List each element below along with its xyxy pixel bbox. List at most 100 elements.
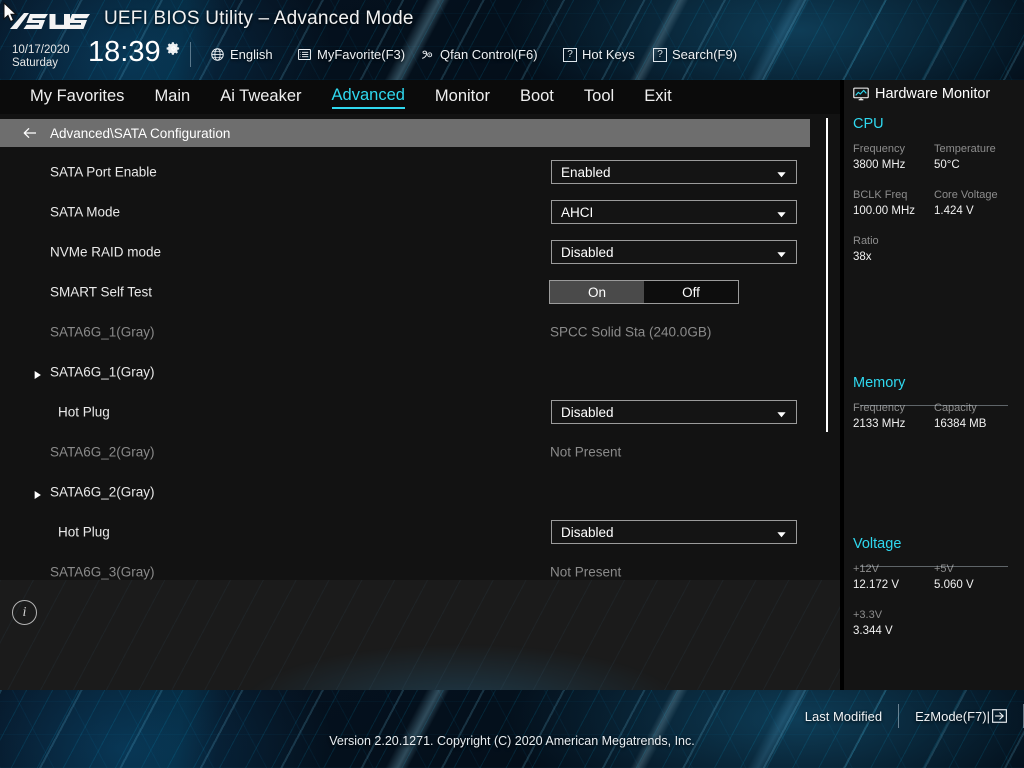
setting-label: NVMe RAID mode [50, 244, 162, 260]
monitor-metric-value: 3800 MHz [853, 159, 906, 171]
setting-dropdown[interactable]: Disabled [551, 520, 797, 544]
tab-monitor[interactable]: Monitor [435, 87, 490, 108]
tab-my-favorites[interactable]: My Favorites [30, 87, 124, 108]
bios-screen: UEFI BIOS Utility – Advanced Mode 10/17/… [0, 0, 1024, 768]
breadcrumb[interactable]: Advanced\SATA Configuration [0, 119, 810, 147]
last-modified-button[interactable]: Last Modified [789, 709, 898, 724]
hot-keys-label: Hot Keys [582, 47, 635, 62]
gear-icon[interactable] [166, 41, 181, 56]
setting-label: SATA Mode [50, 204, 121, 220]
breadcrumb-path: Advanced\SATA Configuration [50, 125, 231, 141]
qfan-control-button[interactable]: Qfan Control(F6) [420, 47, 538, 62]
monitor-section-title: Voltage [853, 536, 902, 552]
monitor-metric-value: 2133 MHz [853, 418, 906, 430]
dropdown-value: Disabled [561, 524, 614, 540]
toggle-option-off[interactable]: Off [644, 281, 738, 303]
copyright-text: Version 2.20.1271. Copyright (C) 2020 Am… [329, 734, 695, 748]
monitor-metric-value: 100.00 MHz [853, 205, 916, 217]
myfavorite-label: MyFavorite(F3) [317, 47, 406, 62]
dropdown-value: Enabled [561, 164, 611, 180]
settings-row[interactable]: Hot Plug Disabled [0, 512, 810, 552]
monitor-metric-label: Core Voltage [934, 189, 998, 201]
language-button[interactable]: English [210, 47, 273, 62]
list-icon [297, 47, 312, 62]
settings-row: SATA6G_1(Gray) SPCC Solid Sta (240.0GB) [0, 312, 810, 352]
fan-icon [420, 47, 435, 62]
setting-label: SATA6G_2(Gray) [50, 444, 155, 460]
setting-toggle[interactable]: On Off [549, 280, 739, 304]
exit-arrow-icon [992, 709, 1007, 723]
monitor-metric-label: Frequency [853, 402, 905, 414]
help-pane-texture [0, 580, 840, 690]
setting-readonly-value: Not Present [550, 564, 622, 580]
monitor-metric-value: 12.172 V [853, 579, 900, 591]
submenu-arrow-icon [33, 367, 43, 379]
monitor-metric: Core Voltage 1.424 V [934, 187, 1015, 219]
monitor-metric-label: BCLK Freq [853, 189, 908, 201]
tab-boot[interactable]: Boot [520, 87, 554, 108]
settings-row[interactable]: SATA6G_2(Gray) [0, 472, 810, 512]
setting-dropdown[interactable]: Enabled [551, 160, 797, 184]
monitor-metric-value: 3.344 V [853, 625, 893, 637]
question-icon: ? [653, 47, 667, 62]
asus-logo [8, 10, 94, 32]
footer-bar: Last Modified EzMode(F7)| Version 2.20.1… [0, 690, 1024, 768]
chevron-down-icon [776, 247, 787, 258]
tab-tool[interactable]: Tool [584, 87, 614, 108]
chevron-down-icon [776, 527, 787, 538]
settings-row[interactable]: SMART Self Test On Off [0, 272, 810, 312]
monitor-metric-value: 38x [853, 251, 872, 263]
chevron-down-icon [776, 167, 787, 178]
settings-row[interactable]: SATA6G_1(Gray) [0, 352, 810, 392]
submenu-arrow-icon [33, 487, 43, 499]
hot-keys-button[interactable]: ? Hot Keys [563, 47, 635, 62]
weekday-value: Saturday [12, 57, 59, 69]
content-scrollbar-thumb[interactable] [826, 118, 828, 432]
monitor-icon [853, 87, 869, 101]
sidebar-divider [860, 405, 1008, 406]
toggle-option-on[interactable]: On [550, 281, 644, 303]
search-button[interactable]: ? Search(F9) [653, 47, 737, 62]
monitor-section-title: CPU [853, 116, 884, 132]
monitor-section: CPU Frequency 3800 MHz Temperature 50°C BCLK … [853, 116, 1015, 265]
tab-main[interactable]: Main [154, 87, 190, 108]
monitor-metric: Ratio 38x [853, 233, 934, 265]
setting-dropdown[interactable]: Disabled [551, 400, 797, 424]
monitor-section: Voltage +12V 12.172 V +5V 5.060 V +3.3V 3.344 … [853, 536, 1015, 639]
myfavorite-button[interactable]: MyFavorite(F3) [297, 47, 405, 62]
setting-label: SATA Port Enable [50, 164, 157, 180]
monitor-row-spacer [853, 173, 1015, 187]
monitor-section-title: Memory [853, 375, 906, 391]
monitor-row: +3.3V 3.344 V [853, 607, 1015, 639]
footer-texture [0, 690, 1024, 768]
app-title: UEFI BIOS Utility – Advanced Mode [104, 8, 414, 29]
tab-advanced[interactable]: Advanced [331, 86, 405, 109]
globe-icon [210, 47, 225, 62]
setting-dropdown[interactable]: Disabled [551, 240, 797, 264]
settings-row[interactable]: SATA Mode AHCI [0, 192, 810, 232]
settings-row: SATA6G_3(Gray) Not Present [0, 552, 810, 580]
qfan-label: Qfan Control(F6) [440, 47, 538, 62]
settings-row: SATA6G_2(Gray) Not Present [0, 432, 810, 472]
setting-label: SMART Self Test [50, 284, 153, 300]
settings-row[interactable]: SATA Port Enable Enabled [0, 152, 810, 192]
hardware-monitor-title: Hardware Monitor [853, 86, 990, 102]
back-arrow-icon[interactable] [22, 125, 38, 141]
settings-row[interactable]: Hot Plug Disabled [0, 392, 810, 432]
setting-readonly-value: Not Present [550, 444, 622, 460]
monitor-row: BCLK Freq 100.00 MHz Core Voltage 1.424 V [853, 187, 1015, 219]
info-icon[interactable]: i [12, 600, 37, 625]
ezmode-button[interactable]: EzMode(F7)| [899, 709, 1023, 724]
setting-label: SATA6G_3(Gray) [50, 564, 155, 580]
setting-readonly-value: SPCC Solid Sta (240.0GB) [550, 324, 712, 340]
monitor-metric-label: +12V [853, 563, 879, 575]
sidebar-divider [860, 566, 1008, 567]
settings-row[interactable]: NVMe RAID mode Disabled [0, 232, 810, 272]
monitor-row: Frequency 3800 MHz Temperature 50°C [853, 141, 1015, 173]
tab-ai-tweaker[interactable]: Ai Tweaker [220, 87, 301, 108]
monitor-metric-label: +5V [934, 563, 954, 575]
monitor-metric: Temperature 50°C [934, 141, 1015, 173]
tab-exit[interactable]: Exit [644, 87, 672, 108]
setting-dropdown[interactable]: AHCI [551, 200, 797, 224]
help-pane: i [0, 580, 840, 690]
